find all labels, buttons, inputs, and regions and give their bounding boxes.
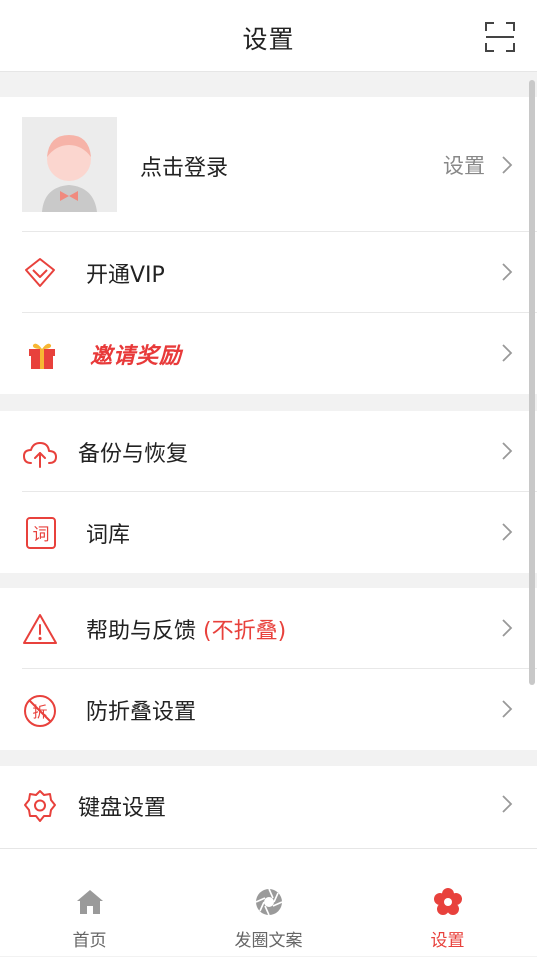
help-label-group: 帮助与反馈 (不折叠) xyxy=(86,613,286,645)
antifold-icon-char: 拆 xyxy=(32,703,47,721)
warning-icon xyxy=(23,614,57,644)
help-row[interactable]: 帮助与反馈 (不折叠) xyxy=(0,588,537,669)
top-bar: 设置 xyxy=(0,0,537,72)
antifold-label: 防折叠设置 xyxy=(86,700,197,725)
backup-label: 备份与恢复 xyxy=(78,442,189,467)
antifold-icon: 拆 xyxy=(24,695,56,727)
account-section: 点击登录 设置 开通VIP 邀请奖励 xyxy=(0,97,537,394)
chevron-right-icon xyxy=(502,795,513,813)
lexicon-icon-char: 词 xyxy=(33,525,50,545)
chevron-right-icon xyxy=(502,619,513,637)
lexicon-row[interactable]: 词 词库 xyxy=(0,492,537,573)
flower-settings-icon xyxy=(433,888,462,915)
avatar[interactable] xyxy=(22,117,117,212)
chevron-right-icon xyxy=(502,156,513,174)
keyboard-section: 键盘设置 xyxy=(0,766,537,848)
chevron-right-icon xyxy=(502,344,513,362)
gear-icon xyxy=(24,790,56,822)
chevron-right-icon xyxy=(502,263,513,281)
keyboard-label: 键盘设置 xyxy=(78,796,167,821)
tab-label: 发圈文案 xyxy=(234,931,303,951)
vip-label: 开通VIP xyxy=(86,263,165,288)
page-title: 设置 xyxy=(242,25,295,54)
invite-label: 邀请奖励 xyxy=(90,344,183,369)
login-label: 点击登录 xyxy=(140,156,229,181)
default-avatar-icon xyxy=(22,117,117,212)
login-row[interactable]: 点击登录 设置 xyxy=(0,97,537,232)
chevron-right-icon xyxy=(502,442,513,460)
vip-row[interactable]: 开通VIP xyxy=(0,232,537,313)
lexicon-label: 词库 xyxy=(86,523,131,548)
support-section: 帮助与反馈 (不折叠) 拆 防折叠设置 xyxy=(0,588,537,750)
scan-icon[interactable] xyxy=(485,22,515,52)
invite-row[interactable]: 邀请奖励 xyxy=(0,313,537,394)
tab-settings[interactable]: 设置 xyxy=(358,849,537,957)
tab-home[interactable]: 首页 xyxy=(0,849,179,957)
home-icon xyxy=(76,890,103,914)
keyboard-row[interactable]: 键盘设置 xyxy=(0,766,537,847)
aperture-icon xyxy=(255,888,282,916)
chevron-right-icon xyxy=(502,523,513,541)
tab-moments-copy[interactable]: 发圈文案 xyxy=(179,849,358,957)
profile-settings-text[interactable]: 设置 xyxy=(443,150,485,180)
backup-row[interactable]: 备份与恢复 xyxy=(0,411,537,492)
data-section: 备份与恢复 词 词库 xyxy=(0,411,537,573)
chevron-right-icon xyxy=(502,700,513,718)
lexicon-icon: 词 xyxy=(26,517,56,549)
help-label: 帮助与反馈 xyxy=(86,619,197,644)
antifold-row[interactable]: 拆 防折叠设置 xyxy=(0,669,537,750)
tab-label: 首页 xyxy=(72,931,107,951)
bottom-tab-bar: 首页 发圈文案 设置 xyxy=(0,848,537,956)
diamond-icon xyxy=(25,258,55,287)
no-fold-badge: (不折叠) xyxy=(203,619,287,644)
gift-icon xyxy=(29,343,55,369)
scrollbar[interactable] xyxy=(529,80,535,685)
cloud-upload-icon xyxy=(23,442,57,468)
tab-label: 设置 xyxy=(430,931,465,951)
